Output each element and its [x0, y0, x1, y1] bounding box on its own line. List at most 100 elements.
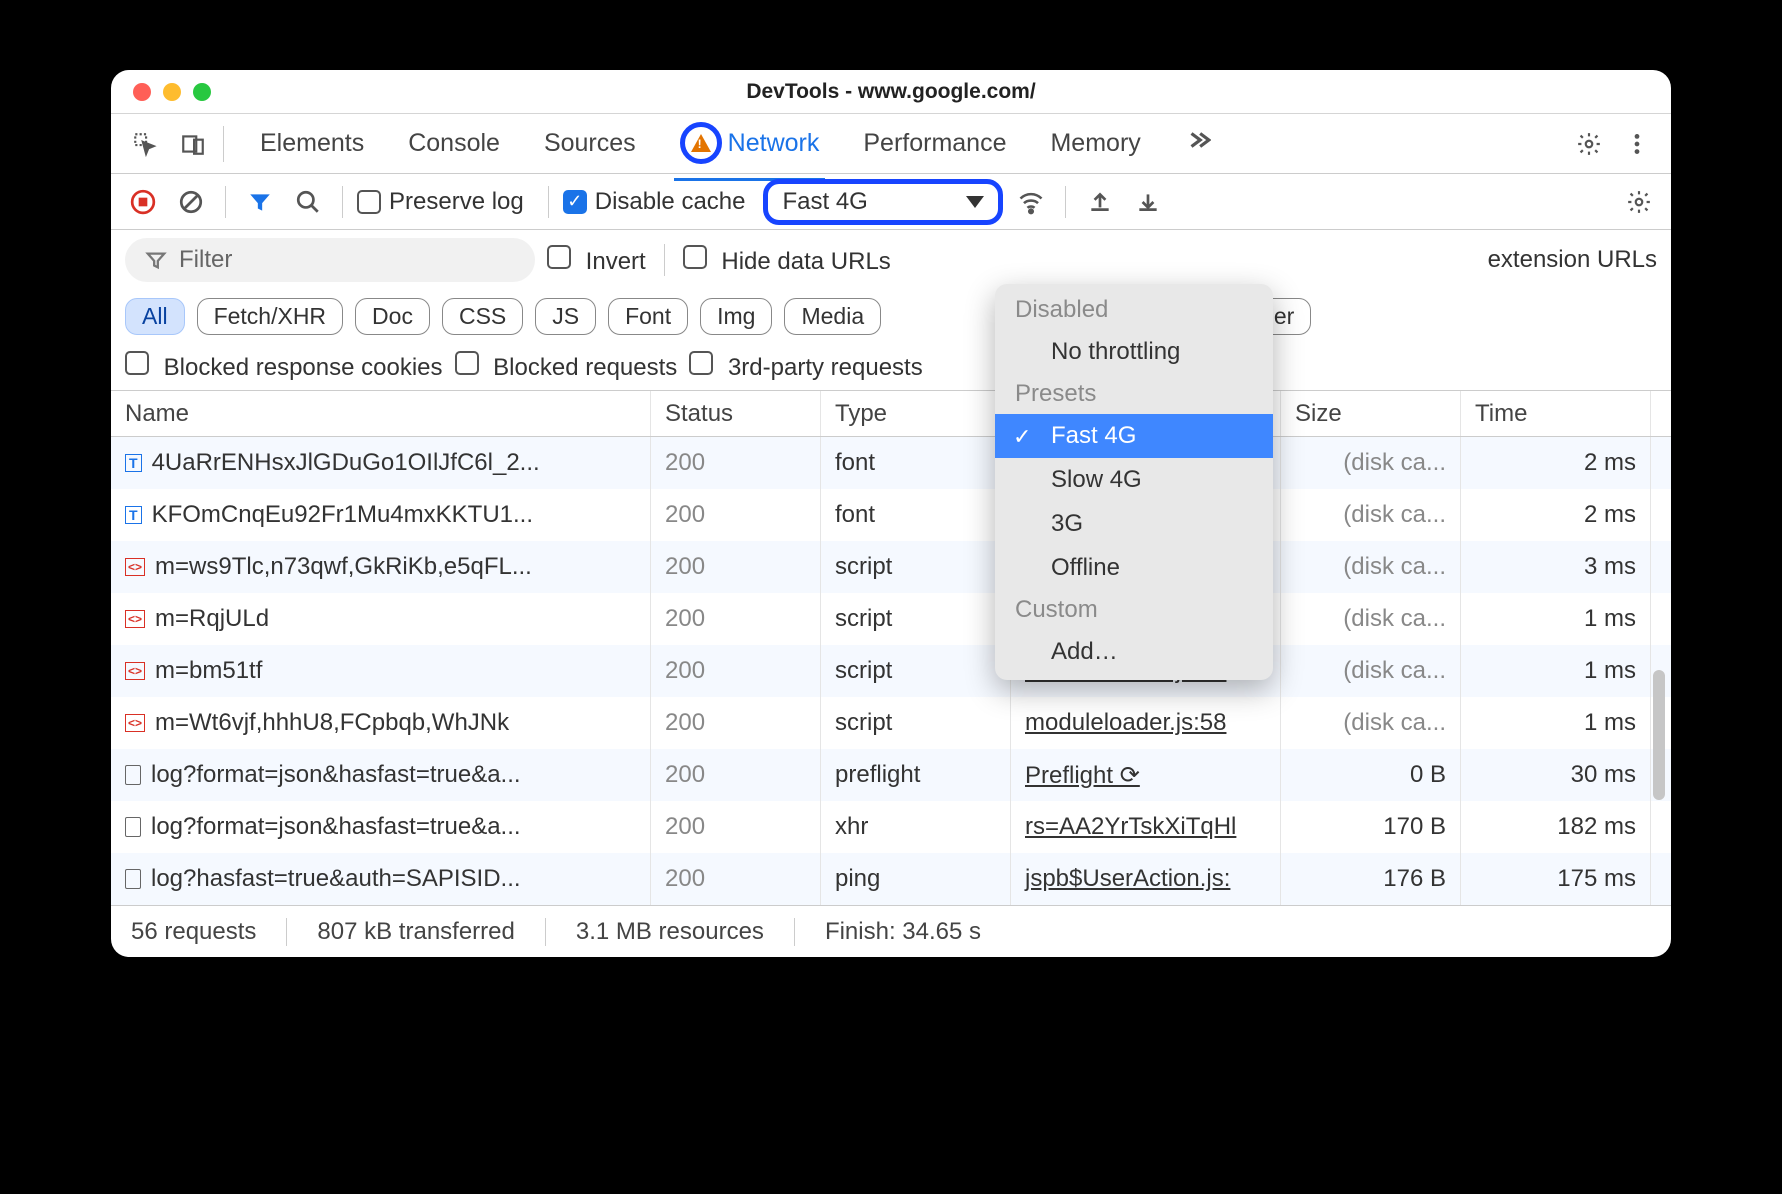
search-icon[interactable] [288, 182, 328, 222]
table-row[interactable]: log?format=json&hasfast=true&a...200xhrr… [111, 801, 1671, 853]
cell-time: 175 ms [1461, 853, 1651, 905]
table-row[interactable]: log?format=json&hasfast=true&a...200pref… [111, 749, 1671, 801]
cell-time: 1 ms [1461, 697, 1651, 749]
initiator-link[interactable]: moduleloader.js:58 [1025, 709, 1226, 737]
hide-data-urls-label: Hide data URLs [721, 248, 890, 275]
dropdown-section-presets: Presets [995, 374, 1273, 414]
tab-network[interactable]: Network [674, 108, 826, 181]
throttle-option-add[interactable]: Add… [995, 630, 1273, 674]
tabs-overflow-icon[interactable] [1179, 113, 1217, 174]
throttle-option-3g[interactable]: 3G [995, 502, 1273, 546]
network-settings-icon[interactable] [1619, 182, 1659, 222]
blocked-requests-label: Blocked requests [493, 354, 677, 381]
preserve-log-checkbox[interactable]: Preserve log [357, 188, 524, 216]
filter-pill-media[interactable]: Media [784, 298, 881, 335]
minimize-window-button[interactable] [163, 83, 181, 101]
request-name: m=RqjULd [155, 605, 269, 633]
filter-pill-css[interactable]: CSS [442, 298, 523, 335]
import-har-icon[interactable] [1080, 182, 1120, 222]
cell-initiator: moduleloader.js:58 [1011, 697, 1281, 749]
table-body: T4UaRrENHsxJlGDuGo1OIlJfC6l_2...200fonth… [111, 437, 1671, 905]
col-name[interactable]: Name [111, 391, 651, 436]
cell-status: 200 [651, 593, 821, 645]
initiator-link[interactable]: Preflight ⟳ [1025, 761, 1140, 790]
status-requests: 56 requests [131, 918, 256, 946]
tab-sources[interactable]: Sources [538, 115, 642, 172]
throttling-select[interactable]: Fast 4G [763, 179, 1003, 225]
table-row[interactable]: T4UaRrENHsxJlGDuGo1OIlJfC6l_2...200fonth… [111, 437, 1671, 489]
window-titlebar: DevTools - www.google.com/ [111, 70, 1671, 114]
tab-elements[interactable]: Elements [254, 115, 370, 172]
invert-label: Invert [586, 248, 646, 275]
settings-icon[interactable] [1565, 120, 1613, 168]
request-name: 4UaRrENHsxJlGDuGo1OIlJfC6l_2... [152, 449, 540, 477]
request-name: m=Wt6vjf,hhhU8,FCpbqb,WhJNk [155, 709, 509, 737]
filter-pill-img[interactable]: Img [700, 298, 772, 335]
throttle-option-slow-4g[interactable]: Slow 4G [995, 458, 1273, 502]
cell-size: (disk ca... [1281, 437, 1461, 489]
filter-pill-fetch-xhr[interactable]: Fetch/XHR [197, 298, 343, 335]
col-time[interactable]: Time [1461, 391, 1651, 436]
throttle-option-offline[interactable]: Offline [995, 546, 1273, 590]
invert-checkbox[interactable]: Invert [547, 245, 646, 276]
table-row[interactable]: TKFOmCnqEu92Fr1Mu4mxKKTU1...200fonth3:(d… [111, 489, 1671, 541]
cell-status: 200 [651, 489, 821, 541]
network-conditions-icon[interactable] [1011, 182, 1051, 222]
col-status[interactable]: Status [651, 391, 821, 436]
filter-pill-doc[interactable]: Doc [355, 298, 430, 335]
col-size[interactable]: Size [1281, 391, 1461, 436]
throttling-warning-icon [680, 122, 722, 164]
request-name: log?format=json&hasfast=true&a... [151, 813, 521, 841]
close-window-button[interactable] [133, 83, 151, 101]
cell-status: 200 [651, 853, 821, 905]
table-row[interactable]: <>m=bm51tf200scriptmoduleloader.js:58(di… [111, 645, 1671, 697]
clear-button[interactable] [171, 182, 211, 222]
filter-pill-js[interactable]: JS [535, 298, 596, 335]
record-button[interactable] [123, 182, 163, 222]
inspect-element-icon[interactable] [121, 120, 169, 168]
throttle-option-no-throttling[interactable]: No throttling [995, 330, 1273, 374]
cell-initiator: jspb$UserAction.js: [1011, 853, 1281, 905]
filter-placeholder: Filter [179, 246, 232, 274]
toggle-device-icon[interactable] [169, 120, 217, 168]
blocked-response-cookies-checkbox[interactable]: Blocked response cookies [125, 351, 443, 382]
cell-size: (disk ca... [1281, 593, 1461, 645]
export-har-icon[interactable] [1128, 182, 1168, 222]
divider [286, 918, 287, 946]
script-file-icon: <> [125, 662, 145, 680]
tab-console[interactable]: Console [402, 115, 506, 172]
cell-size: (disk ca... [1281, 697, 1461, 749]
col-type[interactable]: Type [821, 391, 1011, 436]
table-row[interactable]: log?hasfast=true&auth=SAPISID...200pingj… [111, 853, 1671, 905]
network-toolbar: Preserve log ✓ Disable cache Fast 4G [111, 174, 1671, 230]
initiator-link[interactable]: rs=AA2YrTskXiTqHl [1025, 813, 1236, 841]
cell-initiator: Preflight ⟳ [1011, 749, 1281, 801]
filter-pill-font[interactable]: Font [608, 298, 688, 335]
checkbox-icon [683, 245, 707, 269]
tab-performance[interactable]: Performance [857, 115, 1012, 172]
disable-cache-checkbox[interactable]: ✓ Disable cache [563, 188, 746, 216]
divider [225, 186, 226, 218]
table-row[interactable]: <>m=RqjULd200script58(disk ca...1 ms [111, 593, 1671, 645]
hide-data-urls-checkbox[interactable]: Hide data URLs [683, 245, 891, 276]
checkbox-icon [125, 351, 149, 375]
scrollbar[interactable] [1653, 670, 1665, 800]
tab-memory[interactable]: Memory [1044, 115, 1146, 172]
table-row[interactable]: <>m=Wt6vjf,hhhU8,FCpbqb,WhJNk200scriptmo… [111, 697, 1671, 749]
document-file-icon [125, 869, 141, 889]
table-header: Name Status Type Initiator Size Time [111, 391, 1671, 437]
throttle-option-fast-4g[interactable]: ✓ Fast 4G [995, 414, 1273, 458]
filter-pill-all[interactable]: All [125, 298, 185, 335]
filter-input[interactable]: Filter [125, 238, 535, 282]
more-icon[interactable] [1613, 120, 1661, 168]
cell-initiator: rs=AA2YrTskXiTqHl [1011, 801, 1281, 853]
divider [545, 918, 546, 946]
filter-toggle-icon[interactable] [240, 182, 280, 222]
third-party-checkbox[interactable]: 3rd-party requests [689, 351, 922, 382]
cell-name: <>m=ws9Tlc,n73qwf,GkRiKb,e5qFL... [111, 541, 651, 593]
maximize-window-button[interactable] [193, 83, 211, 101]
blocked-requests-checkbox[interactable]: Blocked requests [455, 351, 678, 382]
initiator-link[interactable]: jspb$UserAction.js: [1025, 865, 1230, 893]
tab-network-label: Network [728, 129, 820, 158]
table-row[interactable]: <>m=ws9Tlc,n73qwf,GkRiKb,e5qFL...200scri… [111, 541, 1671, 593]
